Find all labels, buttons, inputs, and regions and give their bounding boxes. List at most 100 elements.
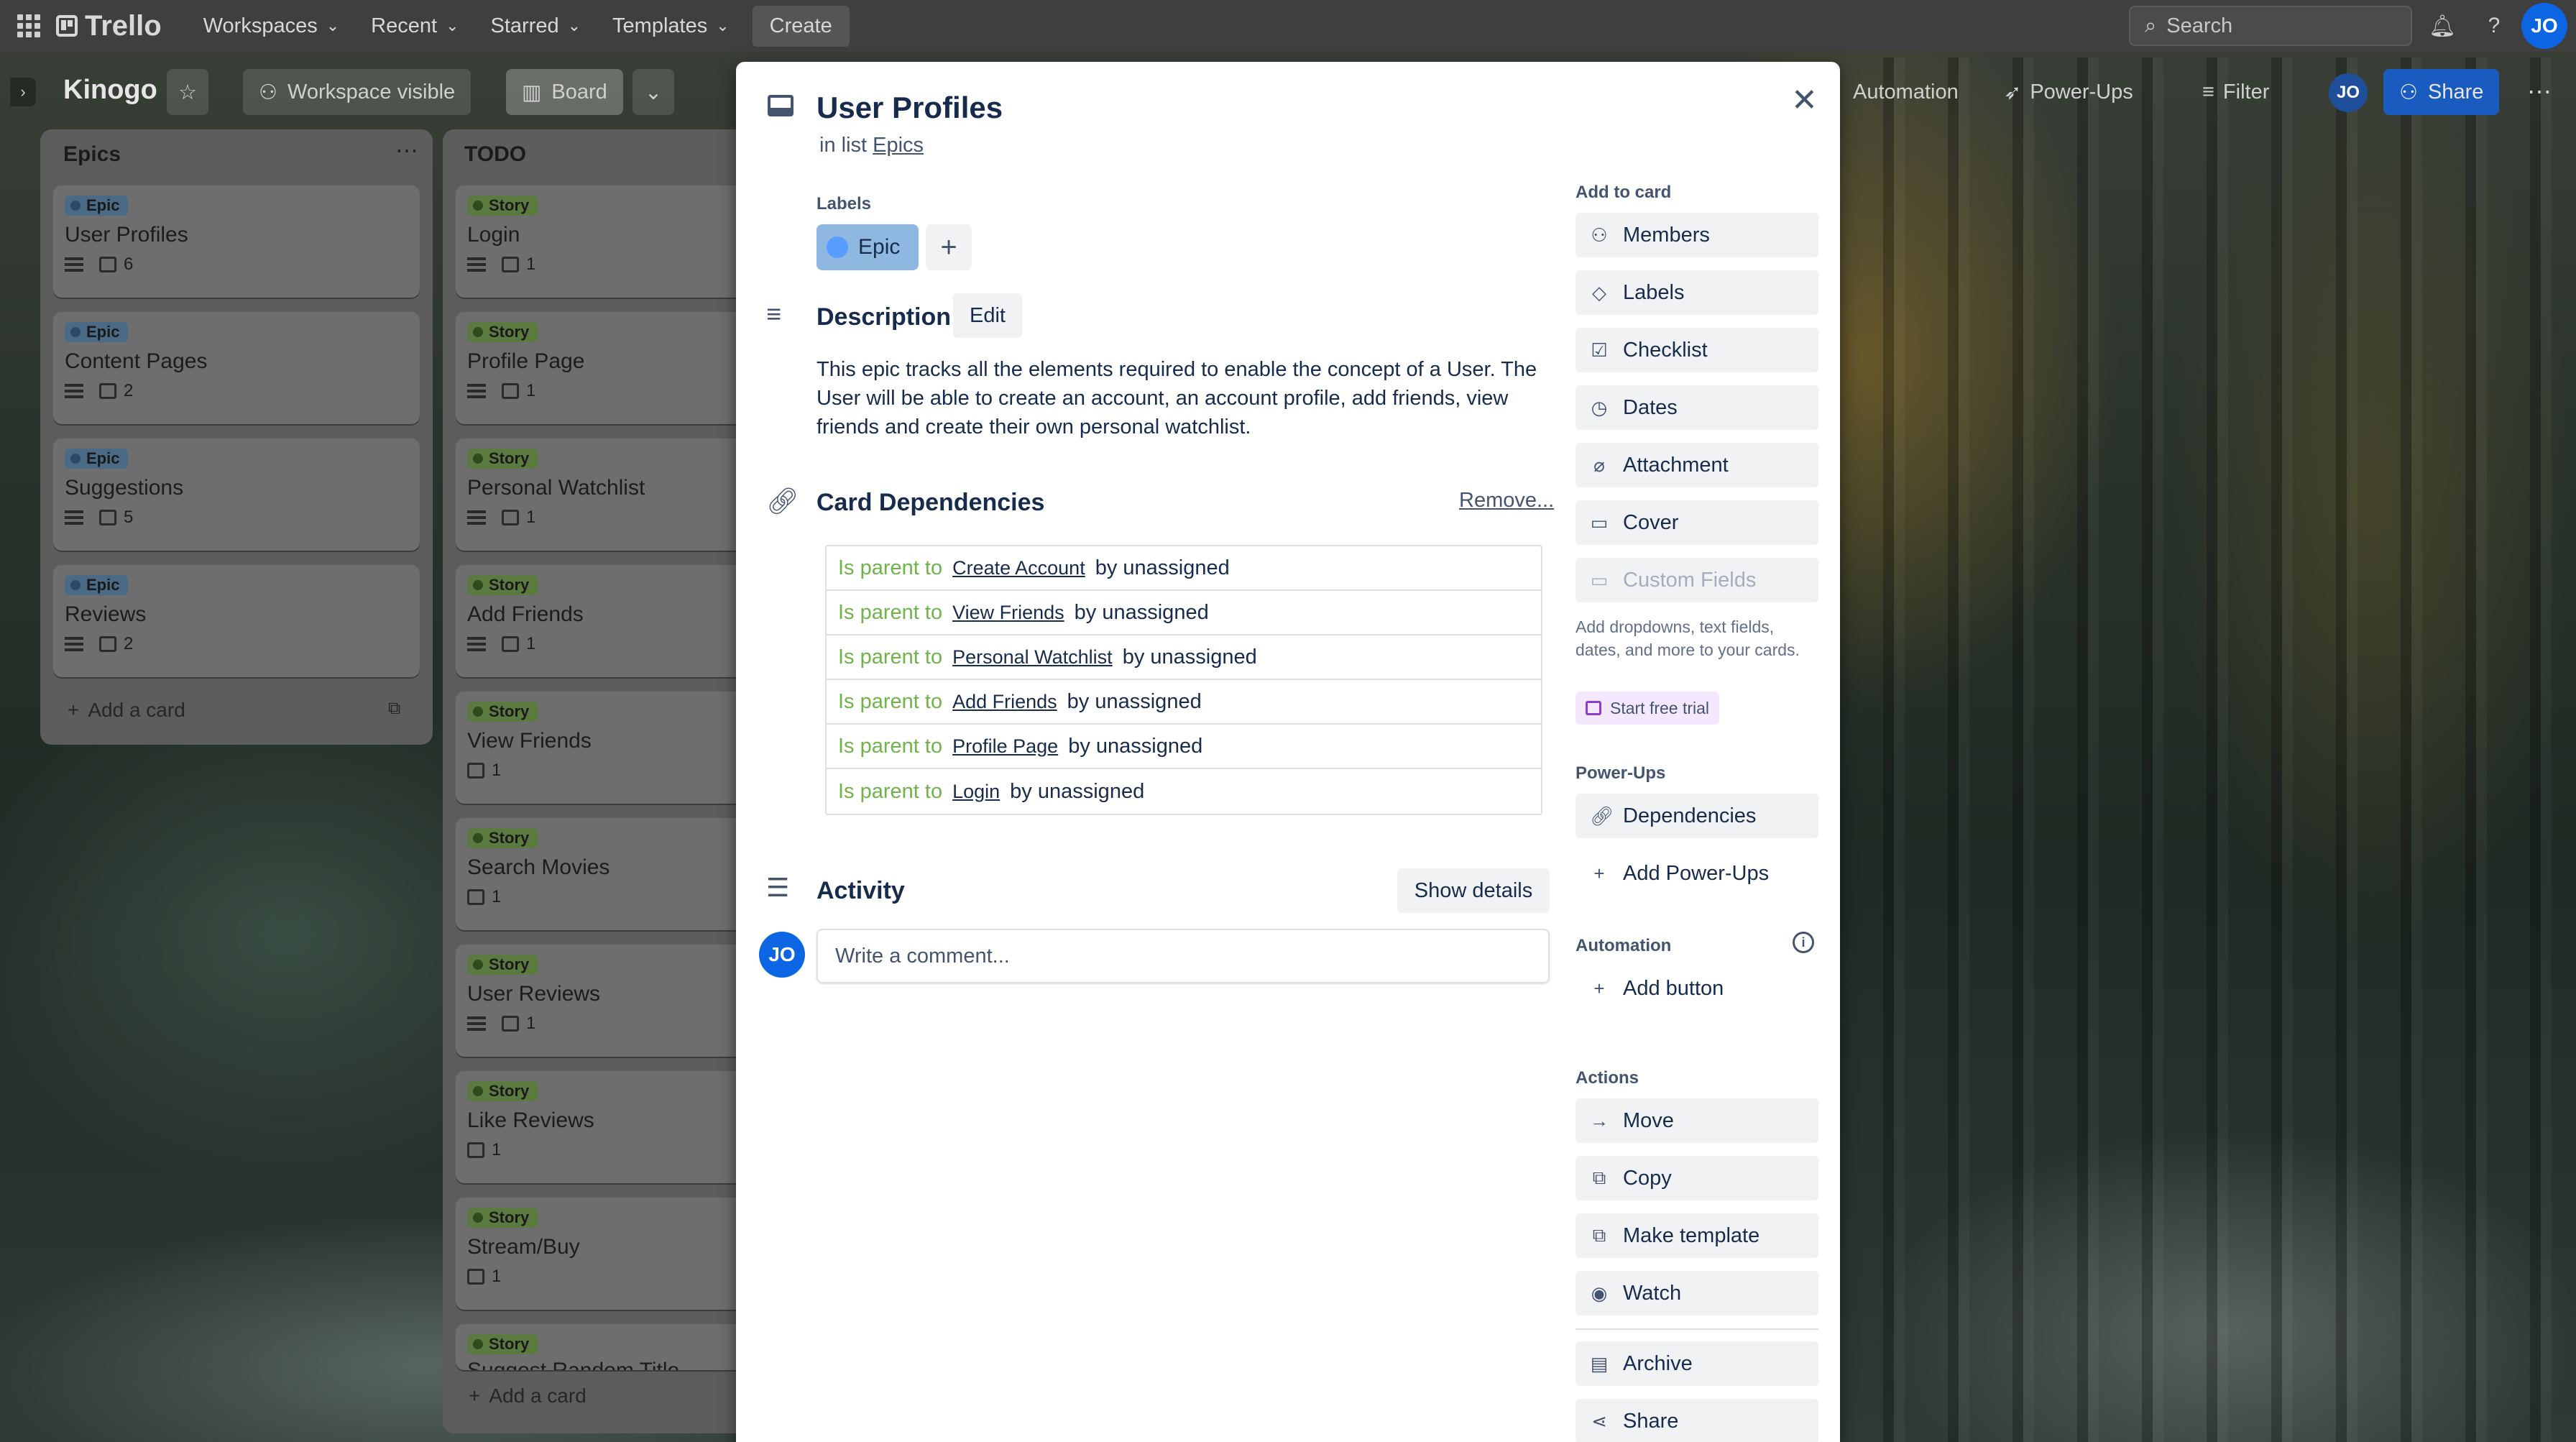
card-title[interactable]: User Profiles — [816, 91, 1003, 125]
start-free-trial-button[interactable]: Start free trial — [1576, 692, 1720, 725]
list-menu-icon[interactable]: ⋯ — [395, 137, 418, 164]
nav-templates[interactable]: Templates ⌄ — [597, 14, 745, 38]
card-template-icon[interactable]: ⧉ — [388, 699, 400, 719]
nav-recent-label: Recent — [371, 14, 438, 37]
add-card-button[interactable]: + Add a card — [469, 1384, 586, 1407]
add-powerups-button[interactable]: + Add Power-Ups — [1576, 851, 1818, 896]
show-details-button[interactable]: Show details — [1397, 868, 1550, 913]
in-list-link[interactable]: Epics — [873, 134, 924, 157]
dependency-assignee: by unassigned — [1095, 556, 1230, 579]
dependency-card-link[interactable]: Login — [952, 781, 1000, 803]
checklist-icon — [99, 636, 116, 652]
add-to-card-heading: Add to card — [1576, 183, 1672, 202]
dependency-card-link[interactable]: View Friends — [952, 602, 1064, 624]
edit-description-button[interactable]: Edit — [953, 293, 1022, 338]
list-title[interactable]: Epics — [63, 142, 121, 167]
card-suggestions[interactable]: Epic Suggestions 5 — [53, 438, 420, 551]
members-label: Members — [1623, 223, 1710, 247]
card-label: Story — [467, 575, 538, 595]
card-title: Search Movies — [467, 855, 610, 879]
board-member-avatar[interactable]: JO — [2329, 73, 2368, 112]
search-icon: ⌕ — [2145, 14, 2157, 37]
info-icon[interactable]: i — [1793, 932, 1814, 953]
cover-label: Cover — [1623, 510, 1679, 534]
dependencies-label: Dependencies — [1623, 804, 1757, 827]
members-button[interactable]: ⚇ Members — [1576, 213, 1818, 257]
dependency-card-link[interactable]: Add Friends — [952, 691, 1057, 713]
remove-dependencies-link[interactable]: Remove... — [1459, 489, 1554, 513]
people-icon: ⚇ — [259, 81, 277, 104]
checklist-icon — [467, 1142, 484, 1158]
board-view-icon: ▥ — [522, 81, 542, 104]
checklist-label: Checklist — [1623, 338, 1708, 362]
add-card-button[interactable]: + Add a card — [68, 699, 185, 722]
user-avatar[interactable]: JO — [2521, 3, 2567, 49]
make-template-button[interactable]: ⧉ Make template — [1576, 1213, 1818, 1258]
card-label: Story — [467, 1334, 538, 1354]
copy-icon: ⧉ — [1592, 1167, 1606, 1188]
custom-fields-button[interactable]: ▭ Custom Fields — [1576, 558, 1818, 602]
add-card-label: Add a card — [489, 1384, 586, 1407]
card-user-profiles[interactable]: Epic User Profiles 6 — [53, 185, 420, 298]
labels-button[interactable]: ◇ Labels — [1576, 270, 1818, 315]
nav-starred[interactable]: Starred ⌄ — [475, 14, 597, 38]
close-icon[interactable]: ✕ — [1791, 82, 1818, 119]
attachment-button[interactable]: ⌀ Attachment — [1576, 443, 1818, 487]
dependency-relation: Is parent to — [838, 689, 943, 713]
chevron-down-icon[interactable]: ⌄ — [632, 69, 674, 115]
chevron-down-icon: ⌄ — [446, 17, 459, 35]
cover-button[interactable]: ▭ Cover — [1576, 500, 1818, 545]
comment-input[interactable]: Write a comment... — [816, 929, 1550, 983]
dependencies-button[interactable]: 🔗︎ Dependencies — [1576, 794, 1818, 838]
powerups-button[interactable]: ➶ Power-Ups — [2004, 69, 2133, 115]
board-view-button[interactable]: ▥ Board — [506, 69, 623, 115]
notifications-bell-icon[interactable]: 🔔︎ — [2428, 12, 2457, 40]
dependency-card-link[interactable]: Create Account — [952, 557, 1085, 579]
move-button[interactable]: → Move — [1576, 1098, 1818, 1143]
dates-button[interactable]: ◷ Dates — [1576, 385, 1818, 430]
app-switcher-icon[interactable] — [17, 14, 40, 37]
board-title[interactable]: Kinogo — [63, 75, 157, 106]
dependency-card-link[interactable]: Profile Page — [952, 735, 1058, 758]
automation-button[interactable]: Automation — [1853, 69, 1959, 115]
star-icon[interactable]: ☆ — [167, 69, 208, 115]
help-icon[interactable]: ? — [2480, 12, 2508, 40]
archive-button[interactable]: ▤ Archive — [1576, 1341, 1818, 1386]
chevron-down-icon: ⌄ — [326, 17, 340, 35]
label-chip-epic[interactable]: Epic — [816, 224, 919, 270]
description-text[interactable]: This epic tracks all the elements requir… — [816, 355, 1564, 441]
filter-button[interactable]: ≡ Filter — [2202, 69, 2269, 115]
nav-recent[interactable]: Recent ⌄ — [355, 14, 474, 38]
visibility-button[interactable]: ⚇ Workspace visible — [243, 69, 472, 115]
description-icon — [467, 384, 486, 398]
move-label: Move — [1623, 1108, 1674, 1132]
card-content-pages[interactable]: Epic Content Pages 2 — [53, 312, 420, 424]
dependency-assignee: by unassigned — [1068, 734, 1203, 758]
dependency-card-link[interactable]: Personal Watchlist — [952, 646, 1113, 669]
checklist-button[interactable]: ☑ Checklist — [1576, 328, 1818, 372]
share-card-button[interactable]: ⋖ Share — [1576, 1399, 1818, 1442]
card-count: 1 — [492, 761, 502, 780]
copy-button[interactable]: ⧉ Copy — [1576, 1156, 1818, 1200]
list-title[interactable]: TODO — [464, 142, 526, 167]
dependency-relation: Is parent to — [838, 645, 943, 669]
add-button-button[interactable]: + Add button — [1576, 966, 1818, 1011]
watch-button[interactable]: ◉ Watch — [1576, 1271, 1818, 1315]
trello-logo[interactable]: Trello — [56, 10, 162, 42]
chevron-down-icon: ⌄ — [716, 17, 730, 35]
card-reviews[interactable]: Epic Reviews 2 — [53, 565, 420, 677]
card-count: 1 — [526, 381, 536, 400]
add-label-button[interactable]: + — [926, 224, 972, 270]
share-board-button[interactable]: ⚇ Share — [2383, 69, 2500, 115]
description-icon — [467, 257, 486, 272]
card-label: Story — [467, 1208, 538, 1228]
plus-icon: + — [68, 699, 80, 721]
checklist-icon — [467, 889, 484, 905]
search-input[interactable]: ⌕ Search — [2129, 6, 2412, 46]
label-color-dot — [827, 236, 848, 258]
more-options-icon[interactable]: ⋯ — [2527, 69, 2552, 115]
card-label: Story — [467, 702, 538, 722]
chevron-right-icon[interactable]: › — [10, 78, 36, 106]
nav-workspaces[interactable]: Workspaces ⌄ — [188, 14, 355, 38]
create-button[interactable]: Create — [752, 5, 850, 47]
